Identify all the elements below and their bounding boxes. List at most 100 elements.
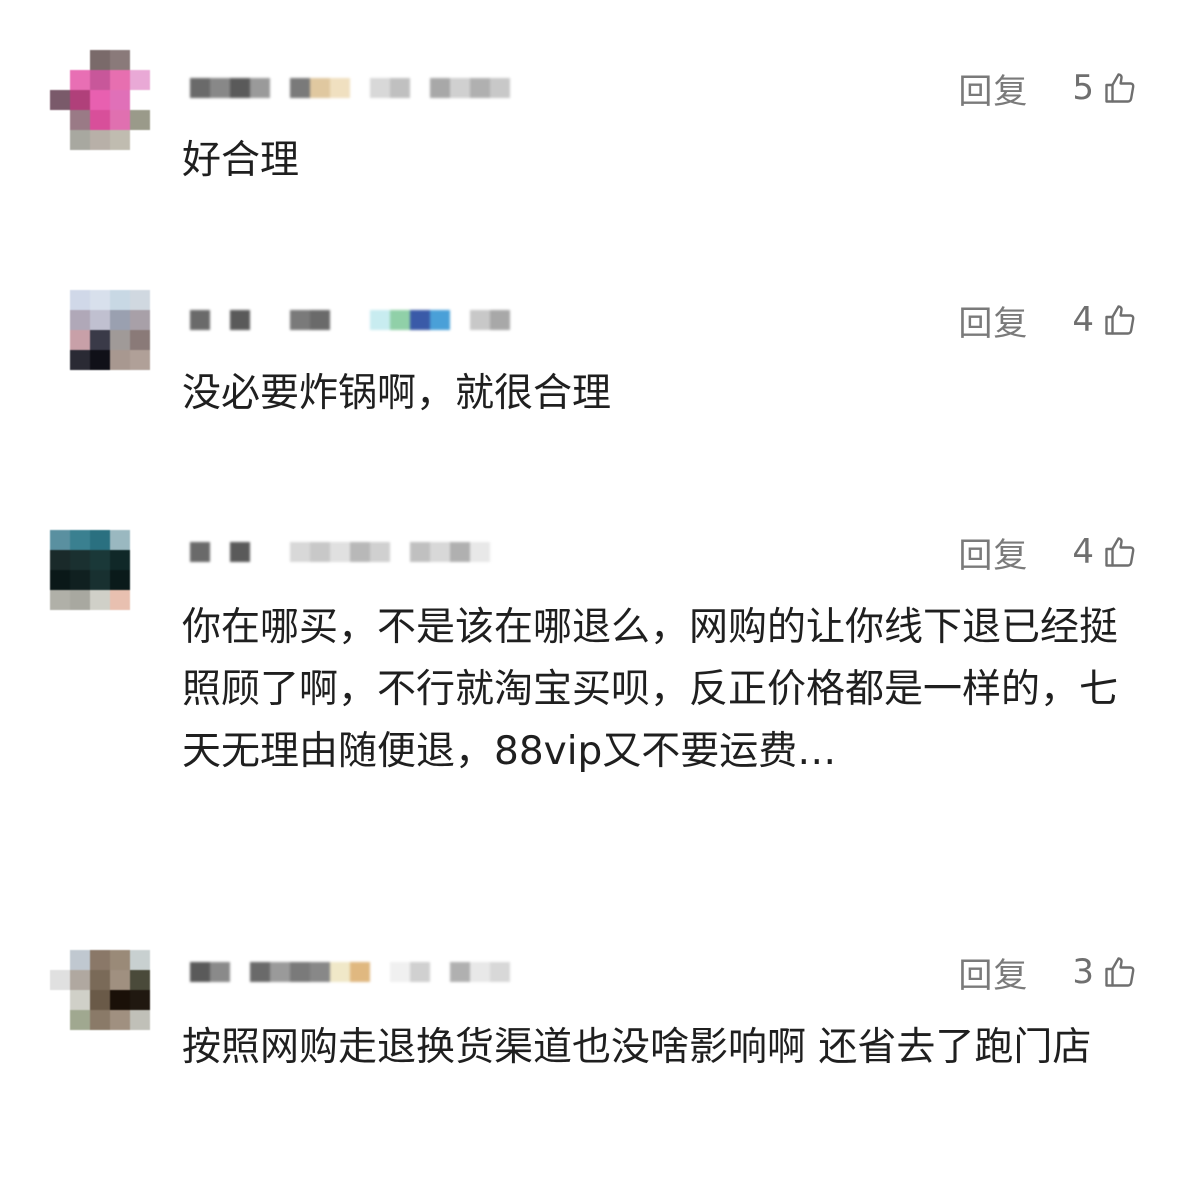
avatar-pixel [90, 350, 110, 370]
username-pixel [330, 310, 350, 330]
avatar-pixel [90, 930, 110, 950]
avatar-pixel [110, 130, 130, 150]
username-pixel [490, 310, 510, 330]
username-blurred[interactable] [190, 298, 510, 342]
thumbs-up-icon[interactable] [1102, 534, 1138, 570]
avatar-pixel [50, 310, 70, 330]
avatar-pixel [110, 530, 130, 550]
avatar-pixel [130, 290, 150, 310]
avatar-pixel [90, 90, 110, 110]
comment-actions: 回复 4 [958, 528, 1138, 577]
username-pixel [290, 542, 310, 562]
thumbs-up-icon[interactable] [1102, 954, 1138, 990]
avatar-pixel [50, 90, 70, 110]
avatar-pixel [130, 70, 150, 90]
avatar-pixel [110, 50, 130, 70]
avatar-pixel [90, 130, 110, 150]
avatar-pixel [130, 110, 150, 130]
username-pixel [430, 962, 450, 982]
thumbs-up-icon[interactable] [1102, 302, 1138, 338]
avatar-pixel [90, 50, 110, 70]
avatar-pixel [90, 590, 110, 610]
avatar-pixel [50, 50, 70, 70]
avatar-pixel [70, 930, 90, 950]
avatar-pixel [50, 930, 70, 950]
avatar-pixel [50, 1010, 70, 1030]
avatar-pixel [110, 970, 130, 990]
avatar-pixel [90, 310, 110, 330]
comment-actions: 回复 3 [958, 948, 1138, 997]
avatar-pixel [90, 110, 110, 130]
avatar[interactable] [50, 290, 150, 390]
avatar-pixel [70, 370, 90, 390]
avatar-pixel [130, 990, 150, 1010]
avatar-pixel [130, 530, 150, 550]
comment-text: 好合理 [182, 138, 300, 183]
avatar[interactable] [50, 50, 150, 150]
avatar[interactable] [50, 930, 150, 1030]
reply-button[interactable]: 回复 [958, 948, 1028, 997]
username-pixel [250, 78, 270, 98]
reply-button[interactable]: 回复 [958, 528, 1028, 577]
avatar-pixel [130, 570, 150, 590]
reply-button[interactable]: 回复 [958, 64, 1028, 113]
avatar-pixel [70, 1010, 90, 1030]
username-pixel [330, 542, 350, 562]
avatar-pixel [70, 330, 90, 350]
avatar-pixel [130, 970, 150, 990]
avatar-pixel [90, 950, 110, 970]
username-pixel [390, 310, 410, 330]
avatar-pixel [70, 290, 90, 310]
username-pixel [470, 962, 490, 982]
avatar-pixel [130, 90, 150, 110]
username-pixel [310, 78, 330, 98]
username-pixel [470, 78, 490, 98]
avatar-pixel [90, 970, 110, 990]
avatar-pixel [50, 350, 70, 370]
username-pixel [230, 962, 250, 982]
like-count: 5 [1072, 68, 1094, 108]
username-pixel [270, 310, 290, 330]
avatar-pixel [70, 50, 90, 70]
thumbs-up-icon[interactable] [1102, 70, 1138, 106]
username-pixel [390, 962, 410, 982]
username-pixel [410, 542, 430, 562]
avatar-pixel [70, 510, 90, 530]
username-pixel [250, 310, 270, 330]
avatar-pixel [110, 510, 130, 530]
avatar-pixel [130, 310, 150, 330]
avatar-pixel [110, 330, 130, 350]
username-pixel [490, 542, 510, 562]
avatar-pixel [50, 950, 70, 970]
avatar-pixel [130, 350, 150, 370]
avatar[interactable] [50, 510, 150, 610]
username-pixel [270, 78, 290, 98]
username-pixel [430, 542, 450, 562]
username-pixel [410, 962, 430, 982]
username-pixel [250, 542, 270, 562]
avatar-pixel [90, 550, 110, 570]
username-blurred[interactable] [190, 66, 510, 110]
avatar-pixel [50, 290, 70, 310]
username-pixel [290, 962, 310, 982]
username-pixel [210, 542, 230, 562]
reply-button[interactable]: 回复 [958, 296, 1028, 345]
avatar-pixel [70, 970, 90, 990]
username-pixel [410, 310, 430, 330]
avatar-pixel [90, 370, 110, 390]
username-pixel [390, 78, 410, 98]
avatar-pixel [50, 110, 70, 130]
username-pixel [430, 78, 450, 98]
username-pixel [290, 310, 310, 330]
username-pixel [230, 78, 250, 98]
username-blurred[interactable] [190, 950, 510, 994]
avatar-pixel [50, 330, 70, 350]
avatar-pixel [70, 90, 90, 110]
avatar-pixel [50, 550, 70, 570]
avatar-pixel [70, 530, 90, 550]
username-pixel [290, 78, 310, 98]
username-blurred[interactable] [190, 530, 510, 574]
comment-actions: 回复 5 [958, 64, 1138, 113]
avatar-pixel [110, 550, 130, 570]
like-count: 3 [1072, 952, 1094, 992]
